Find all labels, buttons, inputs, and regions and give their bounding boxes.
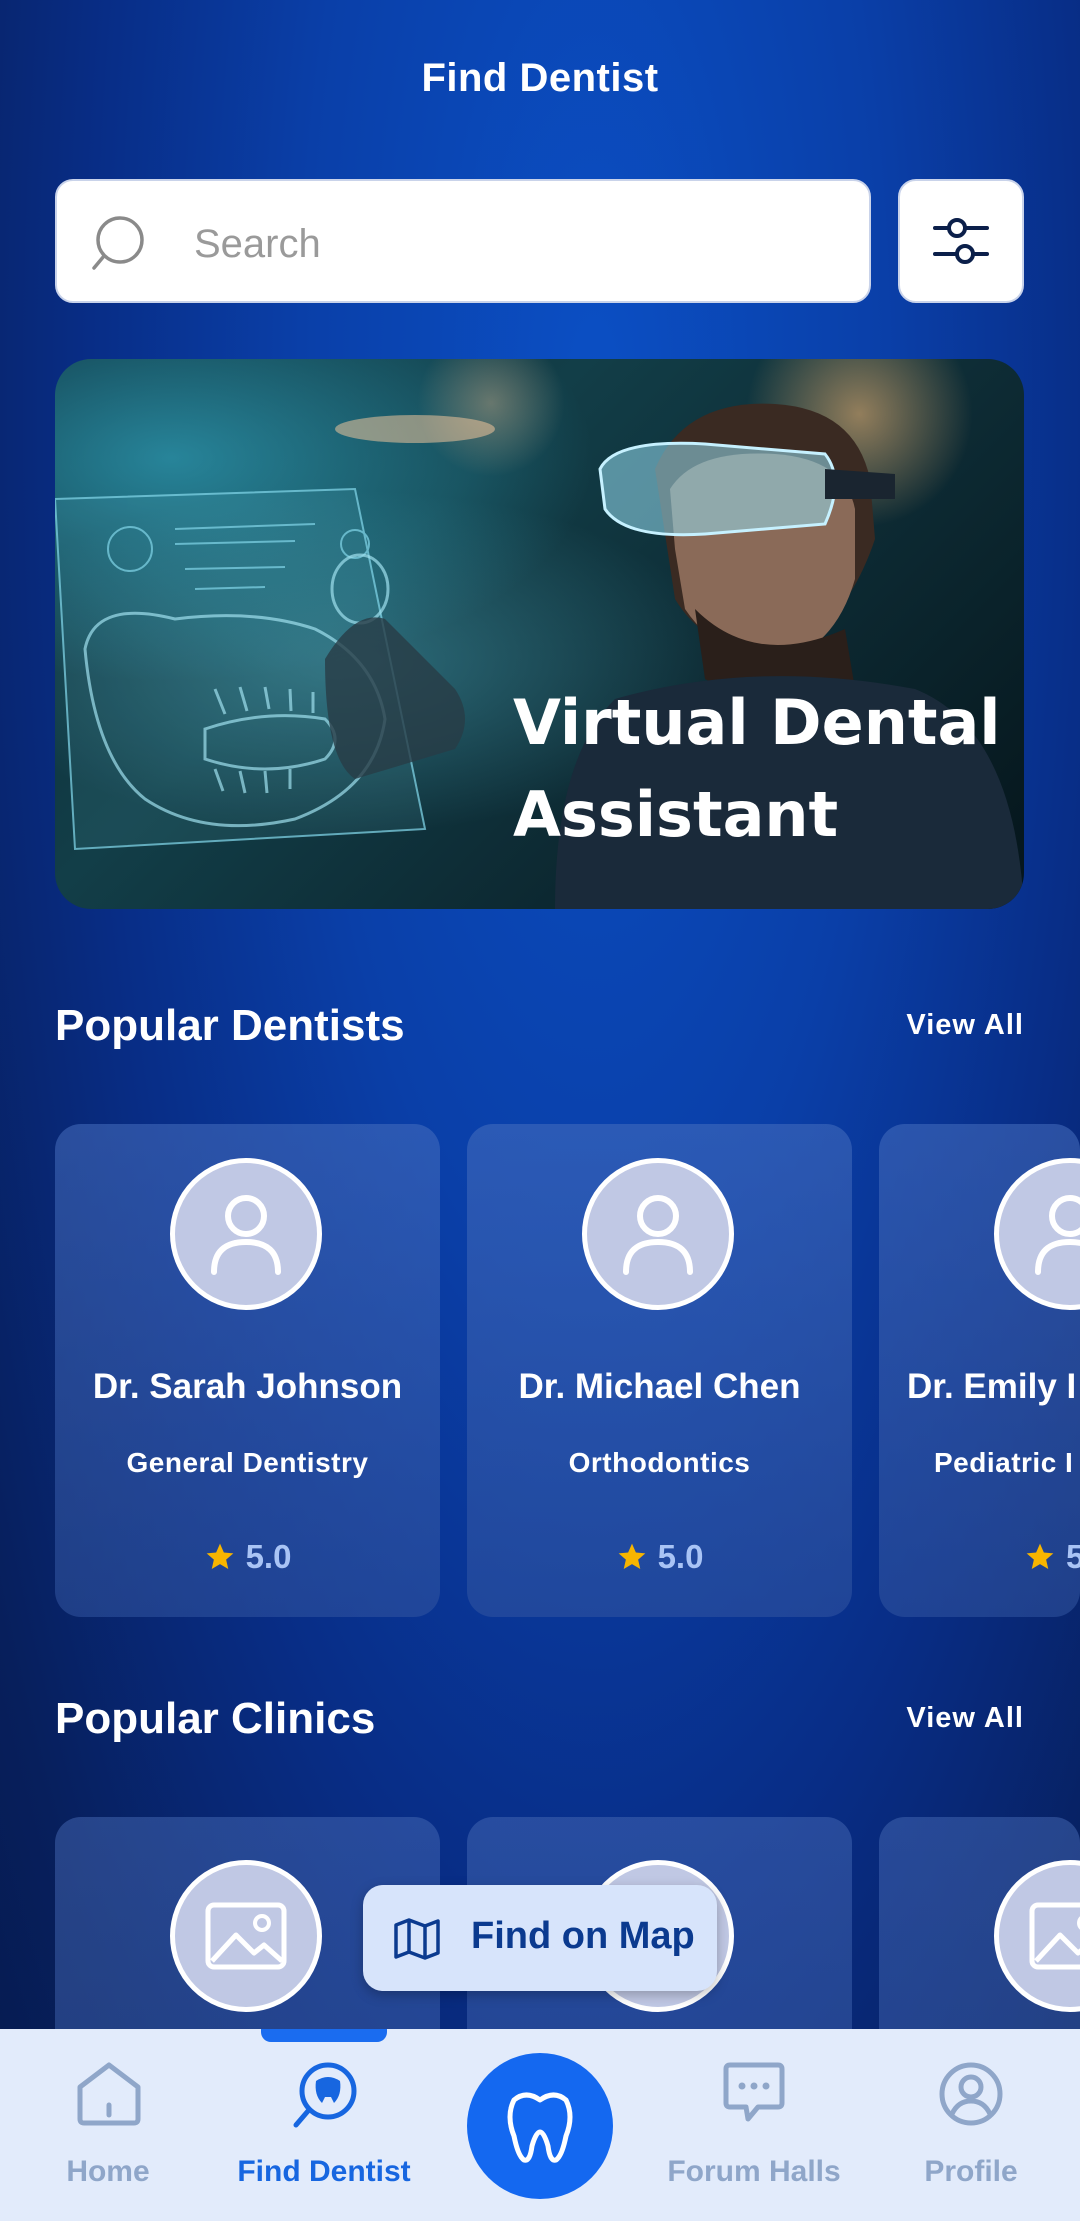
search-icon: [92, 216, 144, 270]
rating-value: 5: [1066, 1538, 1080, 1575]
tooth-icon: [507, 2092, 573, 2163]
clinics-view-all-link[interactable]: View All: [906, 1702, 1024, 1735]
dentist-rating: 5.0: [55, 1538, 440, 1576]
find-on-map-button[interactable]: Find on Map: [363, 1885, 717, 1991]
filter-button[interactable]: [898, 179, 1024, 303]
dentist-specialty: Orthodontics: [568, 1447, 751, 1478]
dentist-rating: 5.0: [467, 1538, 852, 1576]
nav-label-forum-halls: Forum Halls: [667, 2155, 841, 2188]
star-icon: [206, 1543, 233, 1569]
person-icon: [623, 1195, 693, 1275]
home-icon: [77, 2062, 141, 2126]
dentist-card[interactable]: Dr. Michael Chen Orthodontics 5.0: [467, 1124, 852, 1617]
nav-item-profile[interactable]: Profile: [900, 2029, 1042, 2221]
image-placeholder-icon: [1029, 1902, 1080, 1970]
nav-item-forum-halls[interactable]: Forum Halls: [654, 2029, 854, 2221]
dentist-card[interactable]: Dr. Sarah Johnson General Dentistry 5.0: [55, 1124, 440, 1617]
banner-title-line2: Assistant: [513, 778, 839, 851]
tooth-action-button[interactable]: [467, 2053, 613, 2199]
find-dentist-icon: [293, 2062, 357, 2128]
rating-value: 5.0: [657, 1538, 704, 1575]
nav-label-find-dentist: Find Dentist: [237, 2155, 411, 2188]
find-on-map-label: Find on Map: [471, 1915, 695, 1957]
virtual-assistant-banner[interactable]: Virtual Dental Assistant: [55, 359, 1024, 909]
popular-dentists-title: Popular Dentists: [55, 1001, 405, 1050]
dentist-specialty: Pediatric I: [934, 1447, 1074, 1478]
clinic-image: [170, 1860, 322, 2012]
nav-label-home: Home: [66, 2155, 150, 2188]
person-icon: [1035, 1195, 1080, 1275]
dentist-name: Dr. Sarah Johnson: [92, 1367, 403, 1406]
chat-icon: [723, 2062, 785, 2122]
nav-label-profile: Profile: [924, 2155, 1018, 2188]
clinic-image: [994, 1860, 1080, 2012]
dentist-rating: 5: [1024, 1538, 1080, 1576]
nav-item-find-dentist[interactable]: Find Dentist: [224, 2029, 424, 2221]
star-icon: [1026, 1543, 1054, 1569]
search-bar[interactable]: [55, 179, 871, 303]
profile-icon: [939, 2062, 1003, 2126]
banner-title-line1: Virtual Dental: [513, 686, 1001, 759]
popular-clinics-title: Popular Clinics: [55, 1694, 376, 1743]
dentists-view-all-link[interactable]: View All: [906, 1009, 1024, 1042]
dentist-name: Dr. Michael Chen: [518, 1367, 801, 1406]
map-icon: [394, 1918, 440, 1960]
search-input[interactable]: [192, 211, 836, 277]
star-icon: [618, 1543, 645, 1569]
rating-value: 5.0: [245, 1538, 292, 1575]
person-icon: [211, 1195, 281, 1275]
image-placeholder-icon: [205, 1902, 287, 1970]
dentist-specialty: General Dentistry: [126, 1447, 369, 1478]
page-title: Find Dentist: [421, 56, 659, 100]
nav-item-home[interactable]: Home: [38, 2029, 178, 2221]
banner-title: Virtual Dental Assistant: [513, 677, 1013, 861]
dentist-name: Dr. Emily I: [907, 1367, 1077, 1406]
dentist-card[interactable]: Dr. Emily I Pediatric I 5: [879, 1124, 1080, 1617]
avatar: [170, 1158, 322, 1310]
filter-icon: [933, 218, 989, 264]
avatar: [994, 1158, 1080, 1310]
avatar: [582, 1158, 734, 1310]
active-tab-indicator: [261, 2029, 387, 2042]
